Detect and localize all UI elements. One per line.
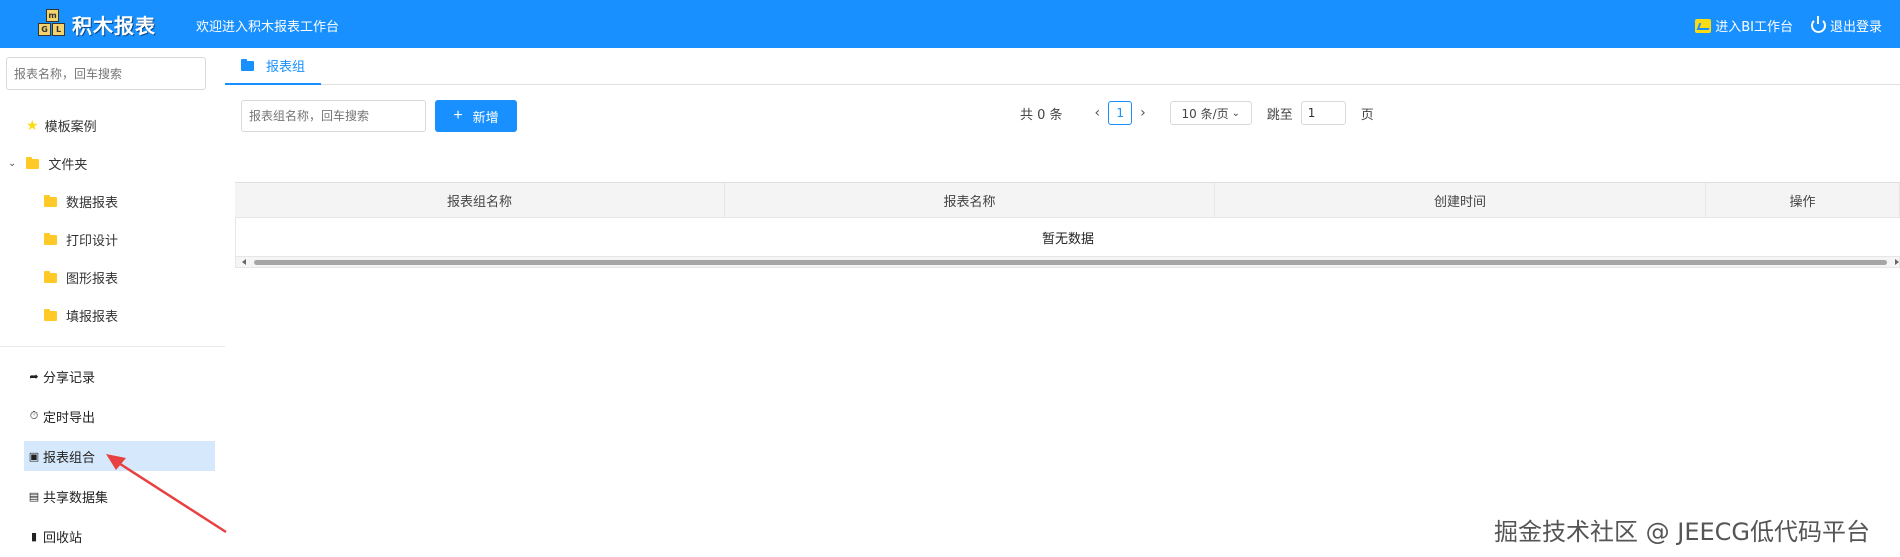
tab-bar: 报表组 xyxy=(225,48,1900,85)
star-icon: ★ xyxy=(26,117,39,134)
logo-title: 积木报表 xyxy=(72,13,156,38)
scroll-right-icon[interactable] xyxy=(1895,259,1899,265)
bi-workbench-link[interactable]: 进入BI工作台 xyxy=(1695,16,1793,35)
column-header[interactable]: 操作 xyxy=(1706,183,1900,218)
scrollbar-thumb[interactable] xyxy=(254,260,1887,265)
tree-item-label: 文件夹 xyxy=(48,158,88,173)
report-group-table: 报表组名称 报表名称 创建时间 操作 暂无数据 xyxy=(235,182,1900,268)
folder-icon xyxy=(44,232,57,245)
folder-icon xyxy=(44,270,57,283)
page-size-value: 10 条/页 xyxy=(1181,106,1229,121)
tree-item-template[interactable]: ★ 模板案例 xyxy=(26,116,97,136)
jump-label: 跳至 xyxy=(1266,107,1293,123)
report-group-search-input[interactable] xyxy=(241,100,426,132)
tree-item-label: 数据报表 xyxy=(66,196,119,211)
annotation-arrow-head xyxy=(106,454,126,470)
menu-item-label: 分享记录 xyxy=(43,370,96,386)
folder-icon: ▣ xyxy=(28,449,40,463)
page-number-current[interactable]: 1 xyxy=(1108,101,1133,125)
column-header[interactable]: 创建时间 xyxy=(1215,183,1706,218)
annotation-arrow-shaft xyxy=(113,458,227,534)
empty-state: 暂无数据 xyxy=(235,218,1900,256)
menu-item-label: 共享数据集 xyxy=(43,490,109,506)
watermark: 掘金技术社区 @ JEECG低代码平台 xyxy=(1494,518,1871,546)
next-page-icon[interactable]: › xyxy=(1140,105,1146,121)
table-header: 报表组名称 报表名称 创建时间 操作 xyxy=(235,183,1900,218)
bi-dashboard-icon xyxy=(1695,18,1712,33)
menu-item-label: 定时导出 xyxy=(43,410,96,426)
chevron-down-icon[interactable]: ⌄ xyxy=(8,158,16,169)
add-button[interactable]: + 新增 xyxy=(435,100,517,132)
horizontal-scrollbar[interactable] xyxy=(235,256,1900,268)
page-unit-label: 页 xyxy=(1360,107,1374,123)
trash-icon: ▮ xyxy=(30,529,38,543)
page-size-select[interactable]: 10 条/页 ⌄ xyxy=(1169,101,1252,125)
chevron-down-icon: ⌄ xyxy=(1231,107,1241,119)
plus-icon: + xyxy=(453,107,463,124)
menu-item-share-records[interactable]: ➦ 分享记录 xyxy=(24,361,215,391)
logo-block: G xyxy=(38,23,51,36)
report-search-input[interactable] xyxy=(6,57,206,90)
scroll-left-icon[interactable] xyxy=(242,259,246,265)
jump-page-input[interactable] xyxy=(1300,101,1346,125)
pagination: 共 0 条 ‹ 1 › 10 条/页 ⌄ 跳至 页 xyxy=(1020,100,1374,126)
tree-item-folder[interactable]: ⌄ 文件夹 xyxy=(8,154,87,173)
menu-item-label: 回收站 xyxy=(43,530,83,546)
app-logo[interactable]: m G L 积木报表 xyxy=(36,8,156,40)
tree-item-data-report[interactable]: 数据报表 xyxy=(44,192,118,211)
logo-block: L xyxy=(52,23,65,36)
sidebar-divider xyxy=(0,346,225,347)
tab-label: 报表组 xyxy=(266,60,306,75)
menu-item-label: 报表组合 xyxy=(43,450,96,466)
power-icon xyxy=(1810,16,1826,33)
header-actions: 进入BI工作台 退出登录 xyxy=(1695,16,1900,35)
sidebar: ★ 模板案例 ⌄ 文件夹 数据报表 打印设计 图形报表 填报报表 ➦ 分享记录 … xyxy=(0,48,227,557)
tree-item-label: 图形报表 xyxy=(66,272,119,287)
folder-icon xyxy=(241,58,254,71)
folder-icon xyxy=(26,156,40,169)
tree-item-print-design[interactable]: 打印设计 xyxy=(44,230,118,249)
tree-item-label: 打印设计 xyxy=(66,234,119,249)
tab-report-group[interactable]: 报表组 xyxy=(225,48,322,85)
welcome-text: 欢迎进入积木报表工作台 xyxy=(196,20,340,35)
logo-blocks-icon: m G L xyxy=(36,8,70,40)
tree-item-label: 填报报表 xyxy=(66,310,119,325)
folder-icon xyxy=(44,308,57,321)
app-header: m G L 积木报表 欢迎进入积木报表工作台 进入BI工作台 退出登录 xyxy=(0,0,1900,48)
database-icon: ▤ xyxy=(28,489,40,503)
column-header[interactable]: 报表组名称 xyxy=(235,183,725,218)
annotation-arrow xyxy=(106,454,227,534)
tree-item-chart-report[interactable]: 图形报表 xyxy=(44,268,118,287)
clock-icon: ⏱ xyxy=(29,409,39,422)
logout-link[interactable]: 退出登录 xyxy=(1810,16,1882,35)
logo-block: m xyxy=(46,9,59,22)
share-icon: ➦ xyxy=(29,369,39,383)
tree-item-fill-report[interactable]: 填报报表 xyxy=(44,306,118,325)
folder-icon xyxy=(44,194,57,207)
prev-page-icon[interactable]: ‹ xyxy=(1095,105,1101,121)
menu-item-scheduled-export[interactable]: ⏱ 定时导出 xyxy=(24,401,215,431)
tree-item-label: 模板案例 xyxy=(44,120,97,135)
bi-workbench-label: 进入BI工作台 xyxy=(1715,20,1793,35)
total-count: 共 0 条 xyxy=(1020,107,1063,123)
logout-label: 退出登录 xyxy=(1829,20,1882,35)
add-button-label: 新增 xyxy=(472,109,499,125)
column-header[interactable]: 报表名称 xyxy=(725,183,1215,218)
